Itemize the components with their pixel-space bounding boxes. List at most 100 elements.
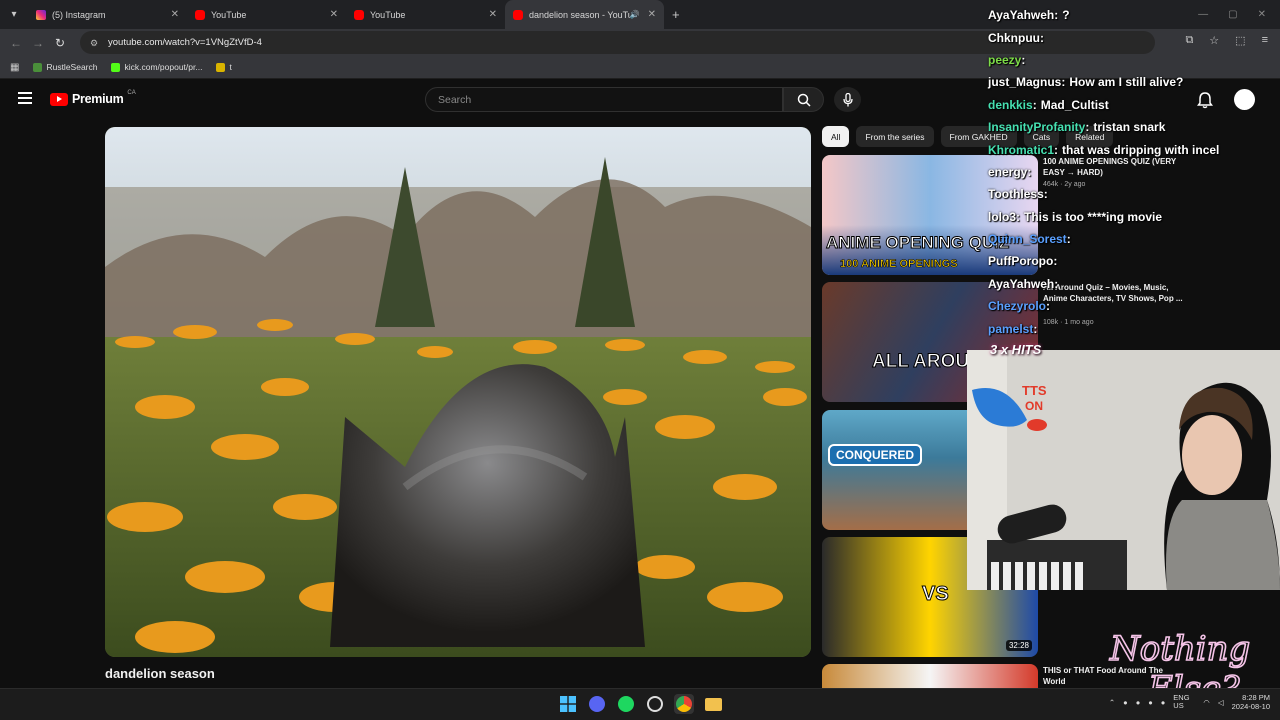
- voice-search-button[interactable]: [834, 87, 861, 112]
- bookmark-kick[interactable]: kick.com/popout/pr...: [111, 62, 202, 72]
- tab-title: YouTube: [211, 9, 247, 20]
- tray-app-icon[interactable]: ●: [1136, 698, 1141, 707]
- discord-app[interactable]: [587, 694, 607, 714]
- tray-app-icon[interactable]: ●: [1148, 698, 1153, 707]
- logo-region: CA: [127, 90, 136, 96]
- obs-app[interactable]: [645, 694, 665, 714]
- instagram-icon: [36, 9, 46, 20]
- tab-search-icon[interactable]: ▾: [0, 0, 28, 29]
- close-icon[interactable]: ✕: [330, 9, 338, 20]
- webcam-feed: TTS ON: [967, 350, 1280, 590]
- new-tab-button[interactable]: +: [672, 7, 680, 22]
- chat-username: energy: [988, 164, 1028, 179]
- youtube-icon: [513, 9, 523, 20]
- rustlesearch-icon: [33, 62, 43, 72]
- menu-icon[interactable]: [18, 92, 32, 104]
- tab-title: (5) Instagram: [52, 9, 106, 20]
- search-input[interactable]: Search: [425, 87, 783, 112]
- youtube-icon: [195, 9, 205, 20]
- discord-icon: [589, 696, 605, 712]
- youtube-play-icon: [50, 92, 68, 106]
- file-explorer-app[interactable]: [703, 694, 723, 714]
- chat-username: just_Magnus: [988, 75, 1062, 90]
- kick-icon: [111, 62, 121, 72]
- chat-username: PuffPoropo: [988, 254, 1054, 269]
- site-info-icon[interactable]: ⚙: [90, 38, 100, 48]
- recommendation-thumbnail-food[interactable]: [822, 664, 1038, 688]
- search-button[interactable]: [783, 87, 824, 112]
- audio-playing-icon[interactable]: 🔊: [630, 10, 640, 19]
- chat-text: tristan snark: [1093, 120, 1166, 135]
- start-button[interactable]: [558, 694, 578, 714]
- volume-icon[interactable]: ◁: [1218, 698, 1224, 707]
- clock-date: 2024-08-10: [1231, 702, 1270, 711]
- chat-username: Khromatic1: [988, 142, 1055, 157]
- video-frame: [105, 127, 811, 657]
- url-text: youtube.com/watch?v=1VNgZtVfD-4: [108, 37, 262, 48]
- language-indicator[interactable]: ENG US: [1173, 693, 1195, 711]
- bookmark-rustlesearch[interactable]: RustleSearch: [33, 62, 97, 72]
- obs-icon: [647, 696, 663, 712]
- chrome-app[interactable]: [674, 694, 694, 714]
- wifi-icon[interactable]: ◠: [1203, 698, 1210, 707]
- tray-app-icon[interactable]: ●: [1161, 698, 1166, 707]
- chat-message: Toothless:: [988, 183, 1278, 205]
- spotify-app[interactable]: [616, 694, 636, 714]
- thumbnail-text: VS: [922, 583, 950, 606]
- chat-separator: :: [1027, 164, 1032, 179]
- chat-username: Chknpuu: [988, 30, 1040, 45]
- chip-all[interactable]: All: [822, 126, 850, 147]
- close-icon[interactable]: ✕: [489, 9, 497, 20]
- chat-separator: :: [1085, 120, 1090, 135]
- chat-message: PuffPoropo:: [988, 250, 1278, 272]
- back-button[interactable]: ←: [5, 36, 27, 50]
- windows-taskbar: ⌃ ● ● ● ● ENG US ◠ ◁ 8:28 PM 2024-08-10: [0, 688, 1280, 720]
- apps-grid-icon[interactable]: ▦: [10, 62, 19, 73]
- chat-message: Khromatic1: that was dripping with incel: [988, 138, 1278, 160]
- bookmark-t[interactable]: t: [216, 62, 232, 72]
- thumbnail-text: CONQUERED: [828, 444, 923, 466]
- chat-separator: :: [1054, 142, 1059, 157]
- chat-message: peezy:: [988, 49, 1278, 71]
- chat-username: peezy: [988, 52, 1022, 67]
- youtube-premium-logo[interactable]: Premium CA: [50, 90, 136, 106]
- chat-message: Chezyrolo:: [988, 295, 1278, 317]
- bookmark-label: t: [229, 62, 232, 72]
- tab-dandelion-season[interactable]: dandelion season - YouTube 🔊 ✕: [505, 0, 664, 29]
- chat-message: just_Magnus: How am I still alive?: [988, 71, 1278, 93]
- video-player[interactable]: [105, 127, 811, 657]
- chat-username: pamelst: [988, 321, 1034, 336]
- tray-app-icon[interactable]: ●: [1123, 698, 1128, 707]
- chat-separator: :: [1032, 97, 1037, 112]
- close-icon[interactable]: ✕: [171, 9, 179, 20]
- chat-message: InsanityProfanity: tristan snark: [988, 116, 1278, 138]
- tab-youtube-2[interactable]: YouTube ✕: [346, 0, 505, 29]
- chip-from-series[interactable]: From the series: [856, 126, 934, 147]
- svg-text:Nothing: Nothing: [1109, 629, 1250, 669]
- chat-text: ?: [1062, 8, 1070, 23]
- chat-username: Toothless: [988, 187, 1044, 202]
- chat-separator: :: [1033, 321, 1038, 336]
- clock-time: 8:28 PM: [1242, 693, 1270, 702]
- tray-overflow-icon[interactable]: ⌃: [1109, 698, 1115, 707]
- chat-username: Quinn_Sorest: [988, 232, 1067, 247]
- tab-instagram[interactable]: (5) Instagram ✕: [28, 0, 187, 29]
- bookmark-label: RustleSearch: [46, 62, 98, 72]
- svg-text:ON: ON: [1025, 399, 1043, 413]
- chat-separator: :: [1021, 52, 1026, 67]
- tab-youtube-1[interactable]: YouTube ✕: [187, 0, 346, 29]
- video-duration: 32:28: [1005, 640, 1032, 651]
- windows-icon: [560, 696, 576, 712]
- clock[interactable]: 8:28 PM 2024-08-10: [1232, 693, 1270, 711]
- forward-button[interactable]: →: [27, 36, 49, 50]
- chat-text: How am I still alive?: [1069, 75, 1184, 90]
- reload-button[interactable]: ↻: [49, 36, 71, 50]
- close-icon[interactable]: ✕: [648, 9, 656, 20]
- stream-chat-overlay: AyaYahweh:? Chknpuu: peezy: just_Magnus: How…: [988, 4, 1278, 340]
- search-icon: [797, 93, 811, 107]
- taskbar-apps: [558, 694, 723, 714]
- spotify-icon: [618, 696, 634, 712]
- chat-message: denkkis: Mad_Cultist: [988, 94, 1278, 116]
- chat-separator: :: [1053, 254, 1058, 269]
- chat-message: Quinn_Sorest:: [988, 228, 1278, 250]
